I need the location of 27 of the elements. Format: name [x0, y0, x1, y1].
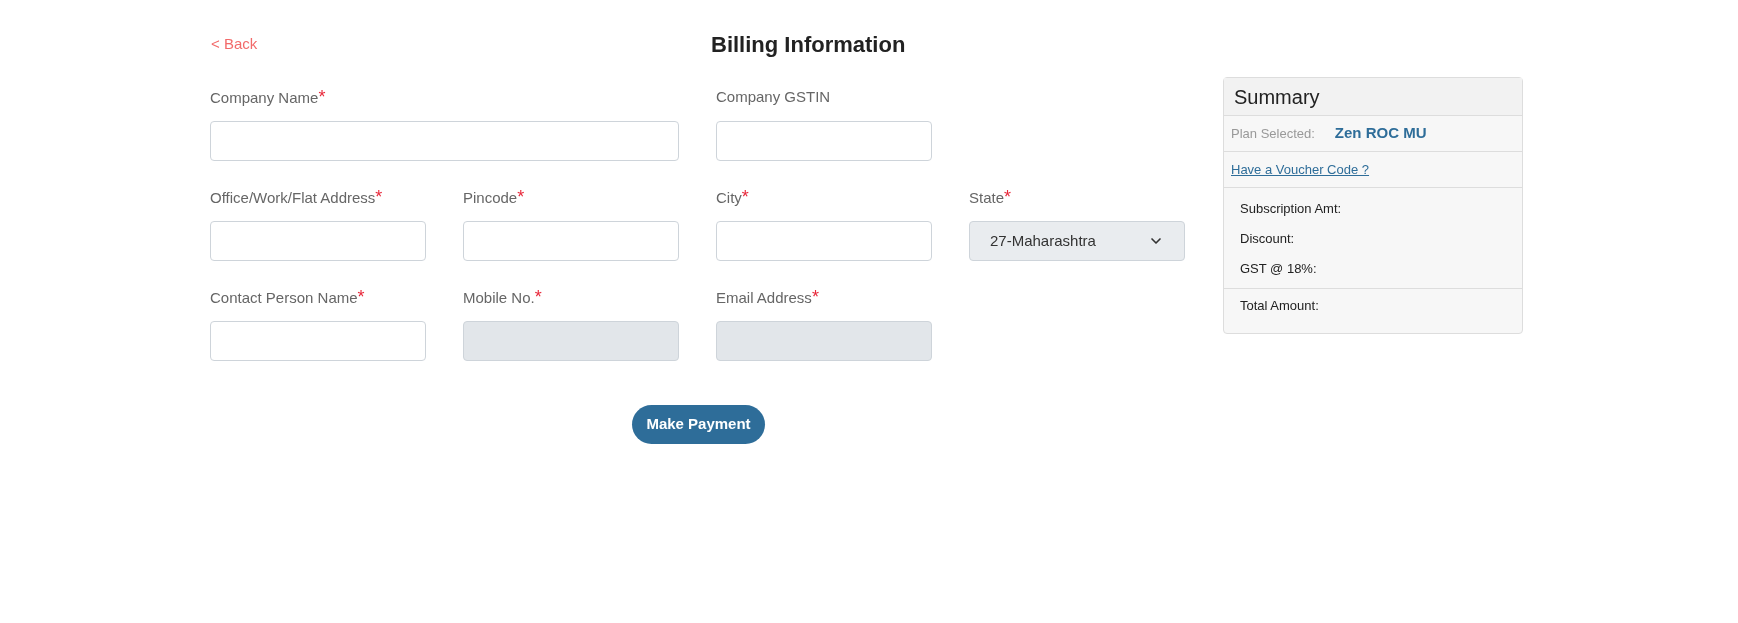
charge-label: GST @ 18%:	[1240, 260, 1318, 278]
field-label: City*	[716, 187, 750, 207]
back-link[interactable]: < Back	[211, 33, 411, 56]
input-field[interactable]	[210, 221, 426, 261]
plan-label: Plan Selected:	[1231, 124, 1315, 143]
field-label: Company GSTIN	[716, 87, 832, 107]
input-field[interactable]	[716, 221, 932, 261]
plan-name: Zen ROC MU	[1334, 123, 1427, 144]
field-label: State*	[969, 187, 1013, 207]
voucher-link[interactable]: Have a Voucher Code ?	[1231, 159, 1370, 180]
input-field[interactable]	[463, 221, 679, 261]
field-label: Email Address*	[716, 287, 820, 307]
input-field[interactable]	[210, 321, 426, 361]
field-label: Contact Person Name*	[210, 287, 366, 307]
field-label: Company Name*	[210, 87, 327, 107]
state-select[interactable]: 27-Maharashtra	[969, 221, 1185, 261]
charge-label: Discount:	[1240, 230, 1296, 248]
make-payment-button[interactable]: Make Payment	[632, 405, 765, 444]
input-field[interactable]	[716, 121, 932, 161]
field-label: Office/Work/Flat Address*	[210, 187, 384, 207]
page-title: Billing Information	[711, 31, 906, 59]
field-label: Mobile No.*	[463, 287, 543, 307]
charge-label: Subscription Amt:	[1240, 200, 1343, 218]
input-field[interactable]	[210, 121, 679, 161]
field-label: Pincode*	[463, 187, 526, 207]
total-label: Total Amount:	[1240, 298, 1319, 313]
summary-title: Summary	[1234, 84, 1320, 110]
